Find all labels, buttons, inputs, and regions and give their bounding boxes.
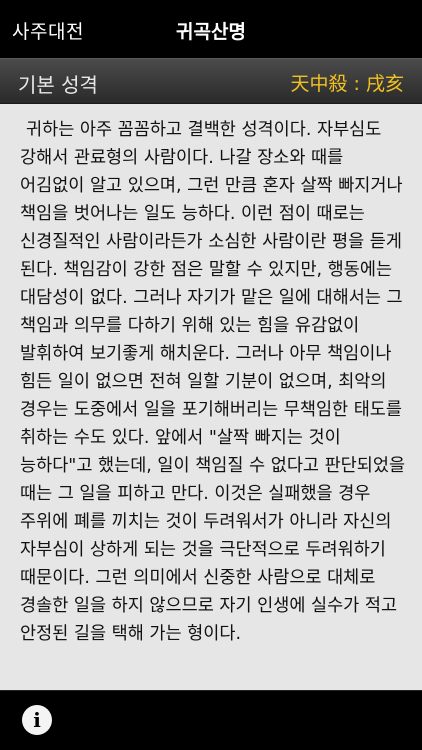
page-title: 귀곡산명 <box>176 21 246 43</box>
bottom-toolbar: i <box>0 690 422 750</box>
section-title: 기본 성격 <box>18 73 98 97</box>
tianzhongsha-label: 天中殺 : 戌亥 <box>290 73 404 95</box>
info-icon[interactable]: i <box>22 705 52 735</box>
section-header: 기본 성격 天中殺 : 戌亥 <box>0 58 422 104</box>
content-scroll-area[interactable]: 귀하는 아주 꼼꼼하고 결백한 성격이다. 자부심도 강해서 관료형의 사람이다… <box>0 104 422 690</box>
navigation-bar: 사주대전 귀곡산명 <box>0 0 422 58</box>
personality-description: 귀하는 아주 꼼꼼하고 결백한 성격이다. 자부심도 강해서 관료형의 사람이다… <box>20 120 406 644</box>
